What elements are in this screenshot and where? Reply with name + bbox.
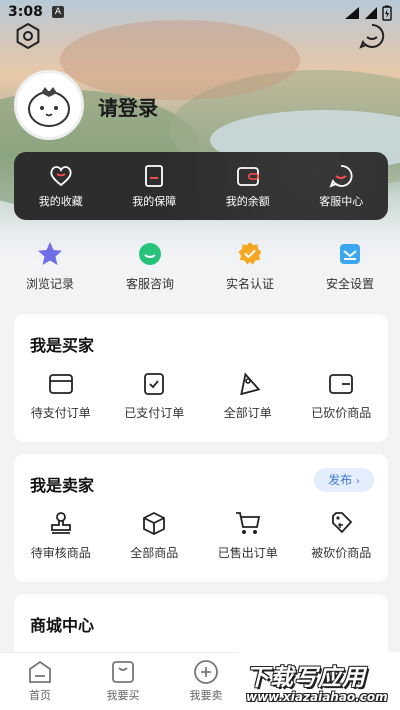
badge-check-icon	[238, 242, 262, 265]
box-icon	[143, 511, 166, 536]
seller-actions: 待审核商品 全部商品 已售出订单 被砍价商品	[14, 510, 388, 561]
customer-service-center-label: 客服中心	[319, 195, 364, 208]
pending-review-goods-label: 待审核商品	[30, 546, 91, 560]
message-icon	[359, 23, 385, 49]
signal-icon	[345, 7, 359, 19]
message-button[interactable]	[358, 22, 386, 50]
watermark-url: www.xiazaiahao.com	[246, 690, 388, 704]
paid-orders-button[interactable]: 已支付订单	[109, 372, 199, 421]
tag-icon	[239, 372, 261, 396]
paid-orders-label: 已支付订单	[124, 406, 185, 420]
tab-buy-label: 我要买	[106, 689, 140, 702]
real-name-verify-button[interactable]: 实名认证	[205, 240, 295, 300]
pending-review-goods-button[interactable]: 待审核商品	[16, 510, 106, 561]
sim-badge: A	[52, 6, 64, 18]
bargained-goods-label: 已砍价商品	[311, 406, 372, 420]
chevron-right-icon: ›	[355, 476, 360, 487]
settings-button[interactable]	[14, 22, 42, 50]
tomato-mascot-icon	[28, 87, 70, 127]
card-icon	[48, 374, 73, 394]
account-shortcuts-bar: 我的收藏 我的保障 我的余额 客服中心	[14, 152, 388, 220]
status-icons	[344, 5, 392, 21]
buyer-card: 我是买家 待支付订单 已支付订单 全部订单 已砍价商品	[14, 314, 388, 442]
customer-service-center-button[interactable]: 客服中心	[301, 163, 381, 209]
cellular-icon	[365, 7, 377, 19]
login-link[interactable]: 请登录	[98, 92, 158, 121]
all-goods-label: 全部商品	[130, 546, 179, 560]
customer-consult-button[interactable]: 客服咨询	[105, 240, 195, 300]
my-balance-button[interactable]: 我的余额	[208, 163, 288, 209]
real-name-verify-label: 实名认证	[225, 277, 274, 291]
settings-hexagon-icon	[16, 22, 40, 50]
tab-buy[interactable]: 我要买	[83, 653, 163, 710]
bag-icon	[112, 661, 134, 683]
chat-icon	[329, 165, 353, 188]
sold-orders-button[interactable]: 已售出订单	[203, 510, 293, 561]
battery-icon	[382, 5, 392, 21]
avatar[interactable]	[14, 70, 84, 140]
browse-history-label: 浏览记录	[25, 277, 74, 291]
buyer-actions: 待支付订单 已支付订单 全部订单 已砍价商品	[14, 372, 388, 421]
clipboard-check-icon	[144, 373, 165, 395]
heart-icon	[50, 166, 72, 187]
cart-icon	[235, 512, 260, 534]
stamp-icon	[50, 512, 71, 534]
plus-circle-icon	[194, 660, 218, 684]
bargained-goods-button[interactable]: 已砍价商品	[296, 372, 386, 421]
mail-icon	[340, 244, 360, 264]
my-favorites-button[interactable]: 我的收藏	[21, 163, 101, 209]
bargained-by-others-button[interactable]: 被砍价商品	[296, 510, 386, 561]
star-icon	[38, 242, 62, 265]
quick-links: 浏览记录 客服咨询 实名认证 安全设置	[0, 240, 400, 300]
tab-sell[interactable]: 我要卖	[166, 653, 246, 710]
all-goods-button[interactable]: 全部商品	[109, 510, 199, 561]
watermark: 下载写应用 www.xiazaiahao.com	[238, 652, 400, 710]
tab-sell-label: 我要卖	[189, 689, 223, 702]
my-favorites-label: 我的收藏	[38, 195, 83, 208]
pending-payment-orders-button[interactable]: 待支付订单	[16, 372, 106, 421]
browse-history-button[interactable]: 浏览记录	[5, 240, 95, 300]
customer-consult-label: 客服咨询	[125, 277, 174, 291]
home-icon	[29, 660, 51, 683]
wallet-icon	[329, 374, 354, 394]
document-icon	[145, 165, 164, 187]
all-orders-button[interactable]: 全部订单	[203, 372, 293, 421]
chat-bubble-icon	[139, 243, 161, 265]
tab-home[interactable]: 首页	[0, 653, 80, 710]
watermark-title: 下载写应用	[246, 665, 366, 691]
publish-button[interactable]: 发布 ›	[314, 468, 374, 492]
my-balance-label: 我的余额	[225, 195, 270, 208]
status-bar: 3:08 A	[0, 0, 400, 26]
seller-title: 我是卖家	[30, 476, 95, 495]
all-orders-label: 全部订单	[223, 406, 272, 420]
buyer-title: 我是买家	[30, 336, 95, 355]
price-tag-icon	[332, 512, 353, 534]
seller-card: 我是卖家 发布 › 待审核商品 全部商品 已售出订单 被砍价商品	[14, 454, 388, 582]
my-protection-label: 我的保障	[132, 195, 177, 208]
publish-label: 发布	[328, 473, 353, 487]
mall-title: 商城中心	[30, 616, 95, 635]
sold-orders-label: 已售出订单	[217, 546, 278, 560]
pending-payment-orders-label: 待支付订单	[30, 406, 91, 420]
status-time: 3:08	[8, 4, 43, 20]
my-protection-button[interactable]: 我的保障	[114, 163, 194, 209]
bargained-by-others-label: 被砍价商品	[311, 546, 372, 560]
wallet-icon	[236, 167, 259, 186]
security-settings-button[interactable]: 安全设置	[305, 240, 395, 300]
security-settings-label: 安全设置	[325, 277, 374, 291]
tab-home-label: 首页	[29, 689, 51, 702]
